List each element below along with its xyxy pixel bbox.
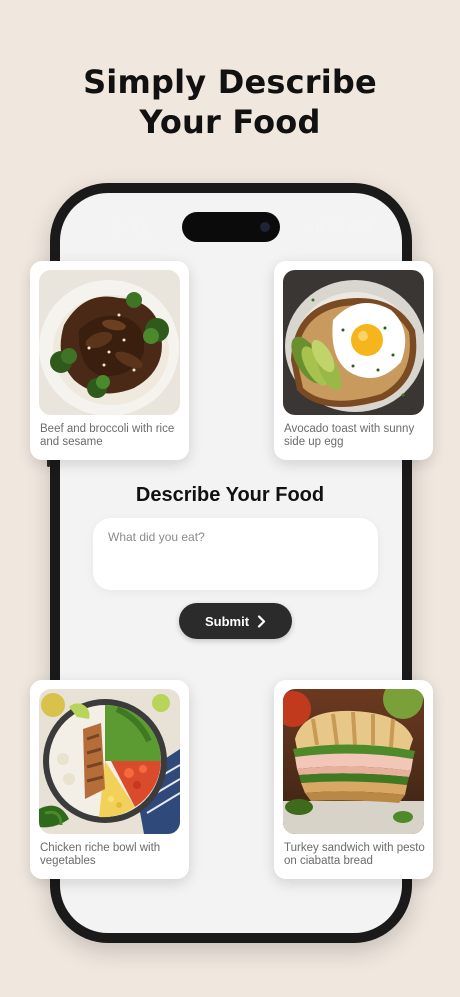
submit-label: Submit [204, 613, 250, 629]
page-headline: Simply Describe Your Food [0, 62, 460, 142]
beef-broccoli-photo [39, 270, 180, 415]
chevron-right-icon [257, 614, 266, 628]
form-title: Describe Your Food [135, 484, 325, 506]
turkey-sandwich-photo [283, 689, 424, 834]
status-icons [306, 220, 375, 232]
food-card-caption: Turkey sandwich with pesto on ciabatta b… [284, 842, 425, 867]
avocado-toast-photo [283, 270, 424, 415]
chicken-rice-bowl-photo [39, 689, 180, 834]
food-card-beef-broccoli[interactable]: Beef and broccoli with rice and sesame [30, 261, 189, 460]
food-card-turkey-sandwich[interactable]: Turkey sandwich with pesto on ciabatta b… [274, 680, 433, 879]
cellular-signal-icon [306, 220, 324, 232]
status-time: 9:41 [112, 219, 150, 237]
food-card-chicken-bowl[interactable]: Chicken riche bowl with vegetables [30, 680, 189, 879]
headline-line-2: Your Food [139, 103, 321, 141]
dynamic-island [182, 212, 280, 242]
food-card-caption: Beef and broccoli with rice and sesame [40, 423, 175, 448]
food-description-input[interactable] [93, 518, 378, 590]
food-card-avocado-toast[interactable]: Avocado toast with sunny side up egg [274, 261, 433, 460]
food-card-caption: Chicken riche bowl with vegetables [40, 842, 161, 867]
food-card-caption: Avocado toast with sunny side up egg [284, 423, 415, 448]
food-description-field[interactable] [93, 518, 378, 590]
front-camera-icon [260, 222, 270, 232]
wifi-icon [329, 220, 345, 232]
headline-line-1: Simply Describe [83, 63, 377, 101]
battery-icon [350, 220, 375, 232]
submit-button[interactable]: Submit [179, 603, 292, 639]
